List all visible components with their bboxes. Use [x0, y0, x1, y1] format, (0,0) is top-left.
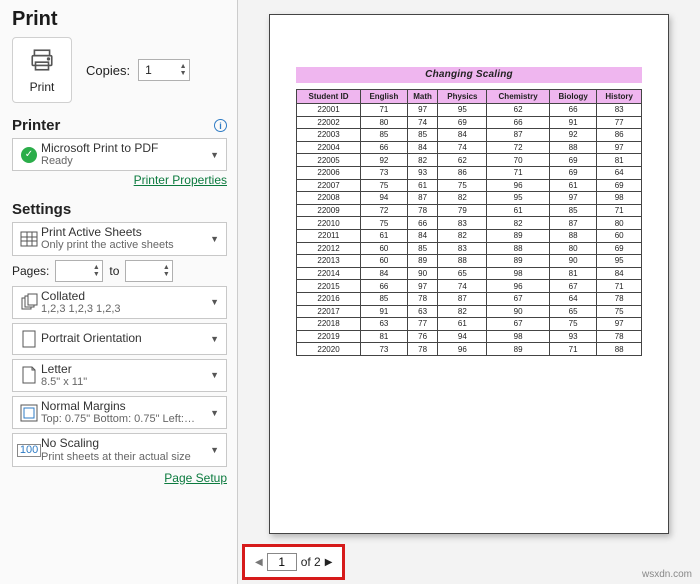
margins-dropdown[interactable]: Normal Margins Top: 0.75" Bottom: 0.75" …: [12, 396, 227, 429]
table-row: 22004668474728897: [297, 141, 642, 154]
settings-stack: Print Active Sheets Only print the activ…: [12, 222, 227, 484]
portrait-icon: [17, 330, 41, 348]
scaling-dropdown[interactable]: 100 No Scaling Print sheets at their act…: [12, 433, 227, 466]
pages-from-input[interactable]: ▲▼: [55, 260, 103, 282]
table-header: Student ID: [297, 90, 361, 104]
pages-label: Pages:: [12, 264, 49, 278]
printer-status-icon: ✓: [17, 147, 41, 163]
copies-value: 1: [145, 63, 177, 77]
print-preview-panel: Changing Scaling Student IDEnglishMathPh…: [238, 0, 700, 584]
printer-icon: [29, 47, 55, 76]
table-row: 22001719795626683: [297, 104, 642, 117]
print-button-label: Print: [30, 80, 55, 94]
chevron-down-icon: ▼: [207, 150, 222, 160]
pages-to-label: to: [109, 264, 119, 278]
table-row: 22003858584879286: [297, 129, 642, 142]
print-top-row: Print Copies: 1 ▲▼: [12, 37, 227, 103]
chevron-down-icon: ▼: [207, 370, 222, 380]
table-row: 22010756683828780: [297, 217, 642, 230]
watermark: wsxdn.com: [642, 569, 692, 580]
table-row: 22012608583888069: [297, 242, 642, 255]
table-row: 22006739386716964: [297, 166, 642, 179]
table-row: 22015669774966771: [297, 280, 642, 293]
table-row: 22013608988899095: [297, 255, 642, 268]
copies-control: Copies: 1 ▲▼: [86, 59, 190, 81]
page-setup-link[interactable]: Page Setup: [164, 471, 227, 485]
margins-icon: [17, 404, 41, 422]
print-button[interactable]: Print: [12, 37, 72, 103]
printer-status: Ready: [41, 155, 207, 167]
chevron-down-icon: ▼: [207, 234, 222, 244]
page-number-input[interactable]: [267, 553, 297, 571]
table-header: Chemistry: [487, 90, 550, 104]
preview-page: Changing Scaling Student IDEnglishMathPh…: [269, 14, 669, 534]
preview-area: Changing Scaling Student IDEnglishMathPh…: [238, 0, 700, 584]
settings-section-label: Settings: [12, 201, 71, 218]
prev-page-button[interactable]: ◀: [255, 557, 263, 568]
collated-icon: [17, 293, 41, 311]
scaling-icon: 100: [17, 444, 41, 457]
panel-title: Print: [12, 8, 227, 31]
table-row: 22009727879618571: [297, 204, 642, 217]
print-what-dropdown[interactable]: Print Active Sheets Only print the activ…: [12, 222, 227, 255]
chevron-down-icon: ▼: [207, 408, 222, 418]
table-row: 22018637761677597: [297, 318, 642, 331]
spinner-arrows[interactable]: ▲▼: [177, 63, 189, 77]
page-of-label: of 2: [301, 555, 321, 569]
page-navigator: ◀ of 2 ▶: [242, 544, 345, 580]
table-row: 22011618482898860: [297, 229, 642, 242]
table-header: Biology: [549, 90, 596, 104]
copies-input[interactable]: 1 ▲▼: [138, 59, 190, 81]
table-header: Physics: [438, 90, 487, 104]
preview-title: Changing Scaling: [296, 67, 642, 83]
collated-dropdown[interactable]: Collated 1,2,3 1,2,3 1,2,3 ▼: [12, 286, 227, 319]
table-row: 22019817694989378: [297, 330, 642, 343]
settings-section-head: Settings: [12, 201, 227, 218]
table-row: 22008948782959798: [297, 192, 642, 205]
printer-dropdown[interactable]: ✓ Microsoft Print to PDF Ready ▼: [12, 138, 227, 171]
print-left-panel: Print Print Copies: 1 ▲▼ Printer i: [0, 0, 238, 584]
table-row: 22007756175966169: [297, 179, 642, 192]
copies-label: Copies:: [86, 63, 130, 78]
next-page-button[interactable]: ▶: [325, 557, 333, 568]
table-row: 22016857887676478: [297, 292, 642, 305]
chevron-down-icon: ▼: [207, 445, 222, 455]
table-row: 22014849065988184: [297, 267, 642, 280]
table-row: 22020737896897188: [297, 343, 642, 356]
printer-section-head: Printer i: [12, 117, 227, 134]
sheets-icon: [17, 230, 41, 248]
printer-properties-link[interactable]: Printer Properties: [134, 173, 227, 187]
orientation-dropdown[interactable]: Portrait Orientation ▼: [12, 323, 227, 355]
chevron-down-icon: ▼: [207, 297, 222, 307]
paper-icon: [17, 366, 41, 384]
table-header: Math: [407, 90, 438, 104]
table-header: History: [597, 90, 642, 104]
chevron-down-icon: ▼: [207, 334, 222, 344]
table-row: 22005928262706981: [297, 154, 642, 167]
table-header: English: [361, 90, 408, 104]
pages-to-input[interactable]: ▲▼: [125, 260, 173, 282]
table-row: 22017916382906575: [297, 305, 642, 318]
info-icon[interactable]: i: [214, 119, 227, 132]
pages-row: Pages: ▲▼ to ▲▼: [12, 260, 227, 282]
printer-name: Microsoft Print to PDF: [41, 142, 207, 155]
printer-section-label: Printer: [12, 117, 60, 134]
table-row: 22002807469669177: [297, 116, 642, 129]
preview-table: Student IDEnglishMathPhysicsChemistryBio…: [296, 89, 642, 356]
paper-dropdown[interactable]: Letter 8.5" x 11" ▼: [12, 359, 227, 392]
